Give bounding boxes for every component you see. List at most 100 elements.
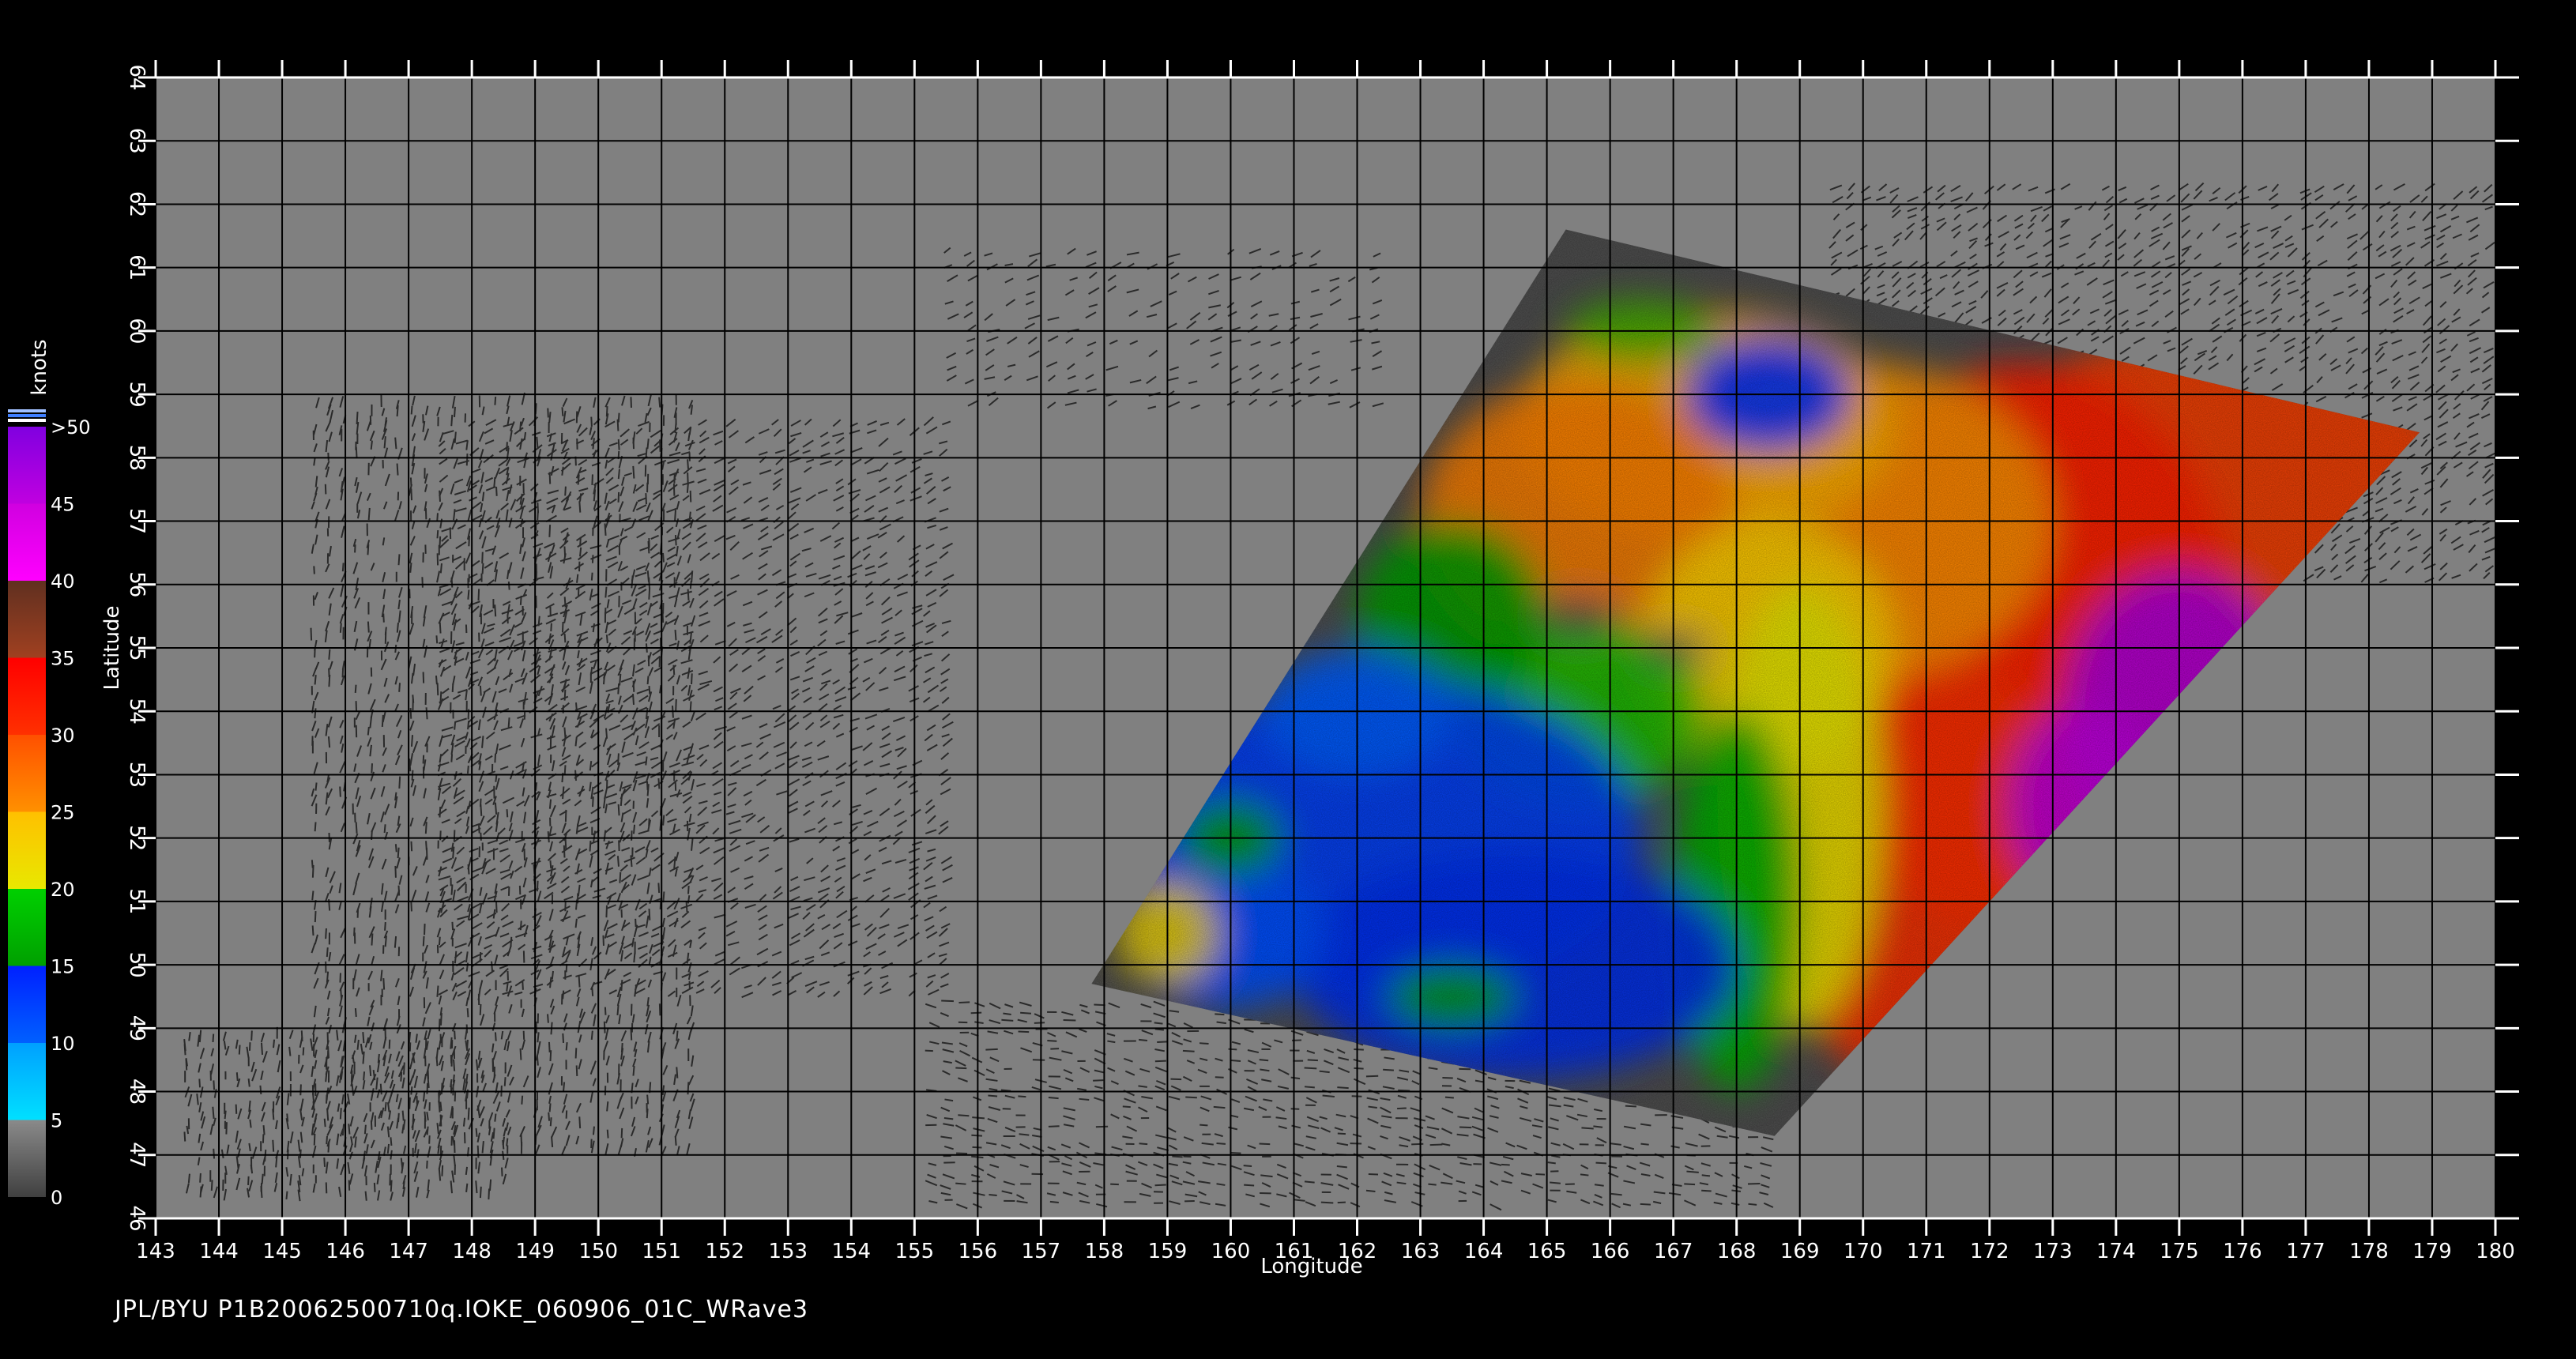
wind-vector [340, 1071, 344, 1080]
wind-vector [371, 763, 373, 774]
wind-vector [403, 1062, 405, 1075]
wind-vector [199, 1173, 201, 1183]
wind-vector [519, 1048, 522, 1060]
wind-vector [574, 1048, 578, 1059]
wind-vector [410, 841, 413, 852]
wind-vector [1547, 1161, 1556, 1165]
wind-vector [537, 510, 539, 521]
wind-vector [537, 1032, 540, 1043]
wind-vector [183, 1044, 186, 1056]
wind-vector [465, 454, 469, 466]
wind-vector [549, 1050, 552, 1062]
wind-vector [662, 552, 665, 563]
wind-vector [235, 1104, 238, 1114]
wind-vector [578, 501, 582, 513]
wind-vector [592, 623, 596, 633]
wind-vector [412, 1117, 415, 1131]
wind-vector [462, 1117, 466, 1127]
wind-vector [409, 759, 412, 772]
wind-vector [548, 1112, 551, 1121]
wind-vector [1079, 1097, 1090, 1101]
wind-vector [617, 804, 620, 816]
wind-vector [578, 974, 581, 988]
wind-vector [1215, 1076, 1224, 1079]
wind-vector [183, 1131, 186, 1142]
wind-vector [352, 1054, 355, 1063]
wind-vector [439, 1101, 443, 1112]
wind-vector [1336, 1165, 1347, 1169]
wind-vector [1122, 1105, 1131, 1109]
wind-vector [410, 1086, 413, 1095]
wind-vector [958, 1001, 970, 1004]
wind-vector [1304, 1086, 1315, 1089]
wind-vector [1368, 1105, 1377, 1109]
wind-vector [971, 1134, 983, 1137]
wind-vector [394, 437, 397, 450]
wind-vector [436, 513, 439, 521]
wind-vector [501, 1167, 503, 1176]
wind-vector [354, 1034, 357, 1043]
wind-vector [970, 1011, 982, 1015]
wind-vector [481, 563, 484, 574]
wind-vector [390, 1137, 393, 1146]
wind-vector [489, 1179, 492, 1191]
wind-vector [578, 1116, 582, 1129]
wind-vector [941, 999, 954, 1003]
wind-vector [617, 753, 620, 766]
wind-vector [465, 1183, 469, 1192]
wind-vector [591, 474, 593, 485]
wind-vector [435, 635, 439, 644]
wind-vector [620, 1127, 623, 1139]
wind-vector [450, 884, 454, 895]
wind-vector [213, 1080, 216, 1090]
wind-vector [250, 1030, 253, 1041]
wind-vector [354, 544, 356, 553]
wind-vector [687, 459, 690, 469]
wind-vector [1157, 1041, 1168, 1044]
wind-vector [606, 1101, 609, 1112]
wind-vector [380, 969, 383, 981]
wind-vector [213, 1148, 216, 1159]
wind-vector [313, 1133, 316, 1146]
wind-vector [198, 1079, 201, 1088]
wind-vector [466, 765, 469, 774]
wind-vector [326, 1135, 328, 1145]
wind-vector [355, 822, 358, 834]
wind-vector [1550, 1181, 1561, 1184]
wind-vector [604, 523, 607, 536]
wind-vector [925, 1049, 933, 1052]
wind-vector [314, 822, 317, 832]
wind-vector [1640, 1203, 1651, 1206]
wind-vector [563, 765, 567, 774]
wind-vector [450, 754, 454, 762]
wind-vector [495, 487, 498, 496]
wind-vector [409, 563, 412, 573]
wind-vector [548, 1041, 551, 1052]
wind-vector [548, 1103, 552, 1112]
wind-vector [454, 1030, 456, 1040]
wind-vector [273, 1039, 276, 1048]
wind-vector [384, 921, 386, 931]
wind-vector [646, 1109, 649, 1119]
wind-vector [1230, 1059, 1241, 1062]
wind-vector [187, 1173, 190, 1184]
wind-vector [633, 951, 636, 963]
wind-vector [436, 683, 439, 696]
wind-vector [676, 1067, 679, 1079]
wind-vector [577, 474, 580, 485]
wind-vector [275, 1155, 278, 1168]
wind-vector [576, 574, 579, 583]
wind-vector [390, 1180, 393, 1192]
wind-vector [247, 1176, 250, 1186]
wind-vector [479, 685, 482, 696]
wind-vector [562, 1082, 566, 1093]
wind-vector [436, 985, 439, 997]
wind-vector [394, 644, 397, 653]
wind-vector [661, 610, 665, 623]
wind-vector [632, 1066, 635, 1076]
wind-vector [379, 1083, 382, 1095]
wind-vector [1139, 1038, 1148, 1041]
wind-vector [325, 1182, 328, 1194]
wind-vector [198, 1030, 202, 1043]
wind-vector [381, 714, 384, 728]
